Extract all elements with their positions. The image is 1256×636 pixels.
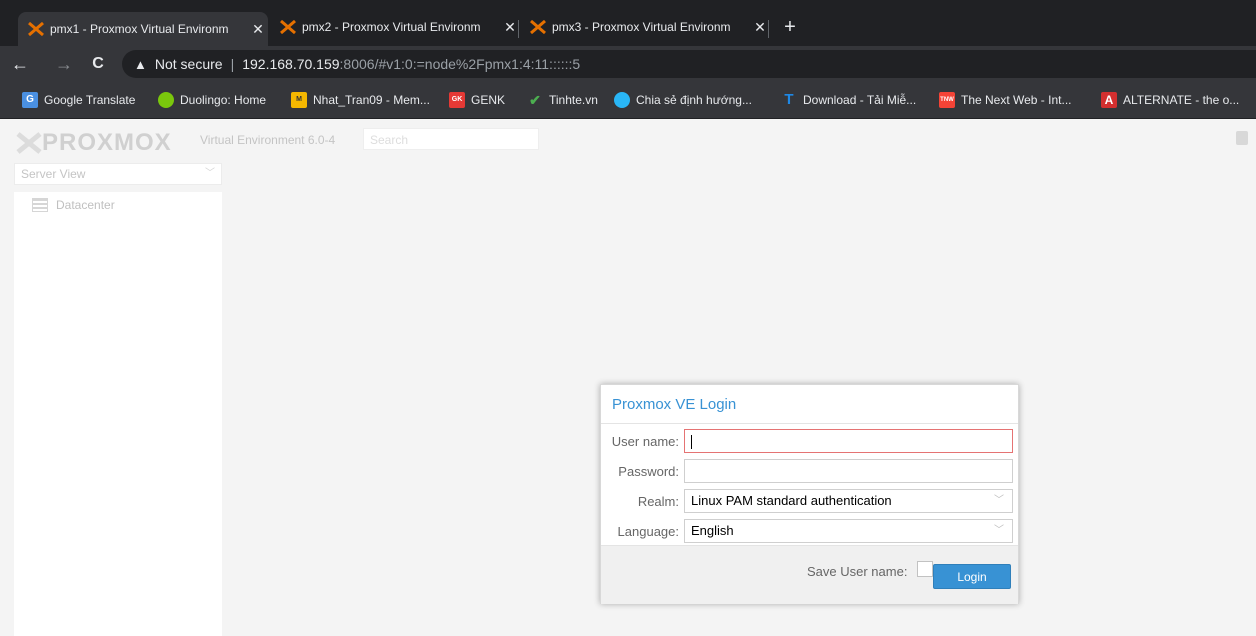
password-label: Password: bbox=[618, 464, 679, 479]
tab-close-icon[interactable]: ✕ bbox=[250, 21, 266, 38]
memrise-icon: M bbox=[291, 92, 307, 108]
tab-title: pmx1 - Proxmox Virtual Environm bbox=[50, 22, 229, 36]
save-username-checkbox[interactable] bbox=[917, 561, 933, 577]
password-row: Password: bbox=[601, 459, 1020, 485]
bookmark-label: Google Translate bbox=[44, 93, 136, 107]
bookmark-download[interactable]: T Download - Tải Miễ... bbox=[781, 92, 916, 108]
browser-toolbar: ← → C ▲ Not secure | 192.168.70.159:8006… bbox=[0, 46, 1256, 82]
forward-arrow-icon[interactable]: → bbox=[54, 54, 74, 74]
chevron-down-icon[interactable]: ﹀ bbox=[994, 520, 1004, 542]
realm-value: Linux PAM standard authentication bbox=[691, 493, 892, 508]
bookmark-label: Duolingo: Home bbox=[180, 93, 267, 107]
browser-tab-pmx1[interactable]: pmx1 - Proxmox Virtual Environm ✕ bbox=[18, 12, 268, 46]
tab-divider bbox=[768, 20, 769, 38]
security-status[interactable]: Not secure bbox=[155, 56, 223, 72]
datacenter-icon bbox=[32, 198, 48, 212]
search-input[interactable]: Search bbox=[363, 128, 539, 150]
username-field[interactable] bbox=[684, 429, 1013, 453]
tree-item-datacenter[interactable]: Datacenter bbox=[32, 198, 115, 212]
language-label: Language: bbox=[617, 524, 679, 539]
proxmox-logo: PROXMOX bbox=[16, 129, 172, 157]
tinhte-icon: ✔ bbox=[529, 92, 541, 108]
new-tab-button[interactable]: + bbox=[780, 16, 800, 38]
tab-title: pmx3 - Proxmox Virtual Environm bbox=[552, 20, 731, 34]
genk-icon: GK bbox=[449, 92, 465, 108]
realm-label: Realm: bbox=[637, 494, 679, 509]
bookmark-label: Chia sẻ định hướng... bbox=[636, 93, 752, 107]
bookmark-memrise[interactable]: M Nhat_Tran09 - Mem... bbox=[291, 92, 430, 108]
username-row: User name: bbox=[601, 429, 1020, 455]
text-caret bbox=[691, 434, 692, 449]
bookmark-label: Download - Tải Miễ... bbox=[803, 93, 917, 107]
logo-text: PROXMOX bbox=[42, 129, 172, 156]
password-field[interactable] bbox=[684, 459, 1013, 483]
proxmox-favicon-icon bbox=[530, 19, 546, 35]
product-version: Virtual Environment 6.0-4 bbox=[200, 133, 336, 147]
username-label: User name: bbox=[611, 434, 679, 449]
bookmark-label: The Next Web - Int... bbox=[961, 93, 1072, 107]
proxmox-x-icon bbox=[16, 132, 42, 154]
address-separator: | bbox=[230, 56, 235, 72]
warning-icon: ▲ bbox=[134, 56, 147, 72]
duolingo-icon bbox=[158, 92, 174, 108]
browser-tab-pmx3[interactable]: pmx3 - Proxmox Virtual Environm ✕ bbox=[520, 12, 768, 42]
google-translate-icon: G bbox=[22, 92, 38, 108]
tab-close-icon[interactable]: ✕ bbox=[502, 19, 518, 36]
login-button[interactable]: Login bbox=[933, 564, 1011, 589]
url-host: 192.168.70.159 bbox=[242, 56, 340, 72]
save-username-label: Save User name: bbox=[807, 564, 908, 579]
globe-icon bbox=[614, 92, 630, 108]
bookmark-alternate[interactable]: A ALTERNATE - the o... bbox=[1101, 92, 1239, 108]
address-bar[interactable]: ▲ Not secure | 192.168.70.159:8006/#v1:0… bbox=[122, 50, 1256, 78]
proxmox-favicon-icon bbox=[28, 21, 44, 37]
browser-tab-pmx2[interactable]: pmx2 - Proxmox Virtual Environm ✕ bbox=[270, 12, 520, 42]
bookmark-chia-se[interactable]: Chia sẻ định hướng... bbox=[614, 92, 752, 108]
login-header: Proxmox VE Login bbox=[601, 385, 1018, 424]
browser-tab-bar: pmx1 - Proxmox Virtual Environm ✕ pmx2 -… bbox=[0, 0, 1256, 46]
bookmarks-bar: G Google Translate Duolingo: Home M Nhat… bbox=[0, 82, 1256, 119]
tab-title: pmx2 - Proxmox Virtual Environm bbox=[302, 20, 481, 34]
tab-close-icon[interactable]: ✕ bbox=[752, 19, 768, 36]
documentation-icon[interactable] bbox=[1236, 131, 1248, 145]
realm-row: Realm: Linux PAM standard authentication… bbox=[601, 489, 1020, 515]
tnw-icon: TNW bbox=[939, 92, 955, 108]
back-arrow-icon[interactable]: ← bbox=[10, 54, 30, 74]
proxmox-favicon-icon bbox=[280, 19, 296, 35]
realm-select[interactable]: Linux PAM standard authentication ﹀ bbox=[684, 489, 1013, 513]
tree-item-label: Datacenter bbox=[56, 198, 115, 212]
login-window: Proxmox VE Login User name: Password: Re… bbox=[600, 384, 1019, 604]
url-path: :8006/#v1:0:=node%2Fpmx1:4:11::::::5 bbox=[339, 56, 581, 72]
language-select[interactable]: English ﹀ bbox=[684, 519, 1013, 543]
tab-divider bbox=[518, 20, 519, 38]
reload-icon[interactable]: C bbox=[88, 54, 108, 74]
bookmark-label: Tinhte.vn bbox=[549, 93, 598, 107]
bookmark-genk[interactable]: GK GENK bbox=[449, 92, 505, 108]
language-value: English bbox=[691, 523, 734, 538]
bookmark-duolingo[interactable]: Duolingo: Home bbox=[158, 92, 266, 108]
bookmark-label: Nhat_Tran09 - Mem... bbox=[313, 93, 430, 107]
bookmark-label: ALTERNATE - the o... bbox=[1123, 93, 1240, 107]
alternate-icon: A bbox=[1101, 92, 1117, 108]
bookmark-google-translate[interactable]: G Google Translate bbox=[22, 92, 135, 108]
chevron-down-icon[interactable]: ﹀ bbox=[994, 490, 1004, 512]
bookmark-tnw[interactable]: TNW The Next Web - Int... bbox=[939, 92, 1071, 108]
chevron-down-icon: ﹀ bbox=[205, 168, 215, 179]
language-row: Language: English ﹀ bbox=[601, 519, 1020, 545]
server-view-select[interactable]: Server View ﹀ bbox=[14, 163, 222, 185]
proxmox-header: PROXMOX Virtual Environment 6.0-4 Search bbox=[0, 119, 1256, 159]
bookmark-tinhte[interactable]: ✔ Tinhte.vn bbox=[527, 92, 598, 108]
t-letter-icon: T bbox=[784, 91, 794, 108]
bookmark-label: GENK bbox=[471, 93, 506, 107]
resource-tree: Datacenter bbox=[14, 192, 222, 636]
login-title: Proxmox VE Login bbox=[612, 396, 737, 413]
login-footer: Save User name: Login bbox=[601, 545, 1018, 604]
server-view-value: Server View bbox=[21, 167, 86, 181]
